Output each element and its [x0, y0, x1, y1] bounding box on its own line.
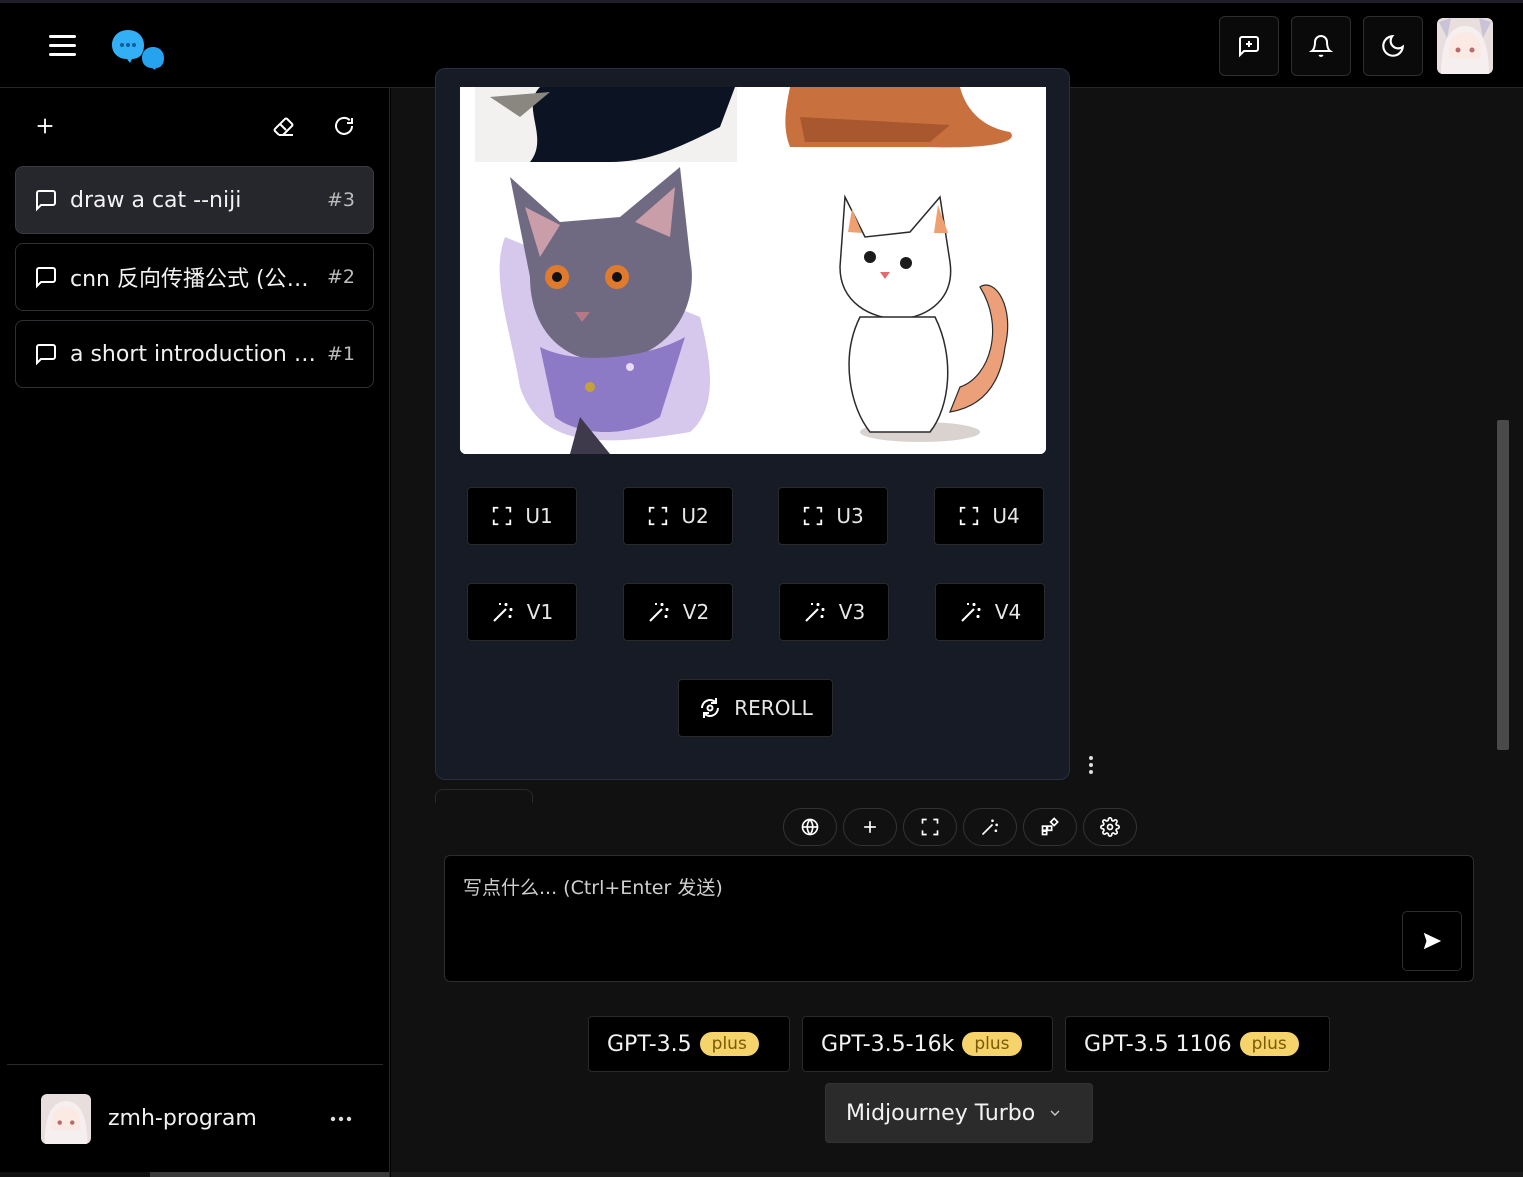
variation-label: V3	[838, 600, 866, 624]
globe-icon	[801, 818, 819, 836]
conversation-title: cnn 反向传播公式 (公式)	[70, 267, 317, 292]
clear-button[interactable]	[266, 108, 302, 144]
reroll-label: REROLL	[734, 696, 813, 720]
magic-wand-icon	[493, 603, 513, 622]
chat-bubble-icon	[36, 344, 56, 366]
upscale-label: U2	[681, 504, 709, 528]
upscale-u1-button[interactable]: U1	[467, 487, 577, 545]
message-input-box	[444, 855, 1474, 982]
model-option[interactable]: GPT-3.5-16k plus	[802, 1016, 1053, 1072]
model-option[interactable]: GPT-3.5 plus	[588, 1016, 790, 1072]
magic-wand-icon	[649, 603, 669, 622]
fullscreen-icon	[960, 506, 979, 526]
conversation-title: draw a cat --niji	[70, 187, 242, 213]
chevron-down-icon	[1050, 1110, 1060, 1116]
settings-button[interactable]	[1083, 808, 1137, 846]
reroll-icon	[701, 698, 720, 718]
plus-icon	[864, 821, 876, 833]
conversation-item[interactable]: cnn 反向传播公式 (公式) #2	[15, 243, 374, 311]
prompt-enhance-button[interactable]	[963, 808, 1017, 846]
model-name: GPT-3.5 1106	[1084, 1031, 1232, 1057]
upscale-u4-button[interactable]: U4	[934, 487, 1044, 545]
plus-badge: plus	[962, 1032, 1022, 1056]
fullscreen-editor-button[interactable]	[903, 808, 957, 846]
conversation-number: #1	[326, 343, 355, 365]
reroll-button[interactable]: REROLL	[678, 679, 833, 737]
plus-badge: plus	[1239, 1032, 1299, 1056]
avatar[interactable]	[41, 1094, 91, 1144]
sidebar: draw a cat --niji #3 cnn 反向传播公式 (公式) #2 …	[0, 88, 390, 1177]
menu-icon[interactable]	[44, 29, 82, 63]
sidebar-scrollbar-thumb[interactable]	[150, 1172, 389, 1177]
conversation-item[interactable]: draw a cat --niji #3	[15, 166, 374, 234]
conversation-number: #2	[326, 266, 355, 288]
bell-icon	[1309, 35, 1333, 57]
new-chat-icon	[1239, 36, 1259, 58]
username: zmh-program	[108, 1106, 257, 1131]
send-icon	[1423, 932, 1442, 950]
upscale-u2-button[interactable]: U2	[623, 487, 733, 545]
variation-v2-button[interactable]: V2	[623, 583, 733, 641]
next-message-stub	[435, 789, 533, 803]
conversation-title: a short introduction about cats	[70, 341, 317, 367]
new-chat-button[interactable]	[1219, 16, 1279, 76]
upscale-label: U1	[525, 504, 553, 528]
plus-badge: plus	[699, 1032, 759, 1056]
conversation-item[interactable]: a short introduction about cats #1	[15, 320, 374, 388]
chat-area: U1 U2 U3 U4 V1 V2 V3 V4 REROLL 写点什么... (…	[391, 68, 1523, 1177]
plus-icon	[37, 118, 53, 134]
fullscreen-icon	[493, 506, 512, 526]
sidebar-divider	[7, 1064, 383, 1065]
new-conversation-button[interactable]	[27, 108, 63, 144]
magic-wand-icon	[961, 603, 981, 622]
model-name: GPT-3.5	[607, 1031, 692, 1057]
user-menu-button[interactable]	[326, 1104, 356, 1134]
model-option[interactable]: GPT-3.5 1106 plus	[1065, 1016, 1330, 1072]
model-select-value: Midjourney Turbo	[846, 1100, 1036, 1126]
theme-toggle-button[interactable]	[1363, 16, 1423, 76]
refresh-icon	[335, 116, 353, 135]
add-attachment-button[interactable]	[843, 808, 897, 846]
moon-icon	[1382, 34, 1405, 57]
chat-bubble-icon	[36, 190, 56, 212]
magic-wand-icon	[981, 819, 998, 836]
upscale-u3-button[interactable]: U3	[778, 487, 888, 545]
variation-label: V2	[682, 600, 710, 624]
variation-v3-button[interactable]: V3	[779, 583, 889, 641]
model-select[interactable]: Midjourney Turbo	[825, 1083, 1093, 1143]
plugins-button[interactable]	[1023, 808, 1077, 846]
upscale-label: U3	[836, 504, 864, 528]
message-card: U1 U2 U3 U4 V1 V2 V3 V4 REROLL	[435, 68, 1070, 780]
settings-icon	[1100, 817, 1120, 837]
variation-v4-button[interactable]: V4	[935, 583, 1045, 641]
bottom-strip	[391, 1172, 1523, 1177]
variation-label: V4	[994, 600, 1022, 624]
magic-wand-icon	[805, 603, 825, 622]
send-button[interactable]	[1402, 911, 1462, 971]
message-more-icon[interactable]	[1083, 752, 1099, 778]
conversation-number: #3	[326, 189, 355, 211]
chat-logo[interactable]	[110, 27, 166, 71]
notifications-button[interactable]	[1291, 16, 1351, 76]
fullscreen-icon	[921, 818, 939, 836]
message-input[interactable]	[445, 856, 1385, 981]
generated-image-grid[interactable]	[460, 87, 1046, 454]
model-name: GPT-3.5-16k	[821, 1031, 955, 1057]
more-horizontal-icon	[330, 1116, 352, 1122]
chat-bubble-icon	[36, 267, 56, 289]
variation-label: V1	[526, 600, 554, 624]
web-search-toggle[interactable]	[783, 808, 837, 846]
eraser-icon	[273, 117, 294, 136]
variation-v1-button[interactable]: V1	[467, 583, 577, 641]
upscale-label: U4	[992, 504, 1020, 528]
user-avatar[interactable]	[1437, 18, 1493, 74]
fullscreen-icon	[649, 506, 668, 526]
widgets-icon	[1041, 817, 1059, 836]
refresh-button[interactable]	[326, 108, 362, 144]
fullscreen-icon	[804, 506, 823, 526]
chat-scrollbar[interactable]	[1497, 420, 1509, 750]
